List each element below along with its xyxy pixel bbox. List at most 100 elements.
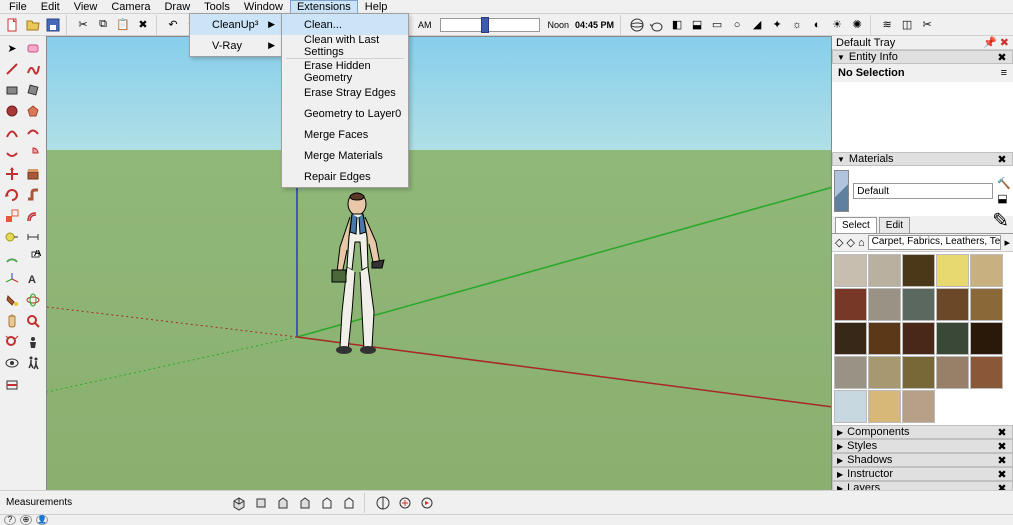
material-thumbnail[interactable]	[868, 322, 901, 355]
submenu-item[interactable]: Merge Materials	[282, 145, 408, 166]
menu-window[interactable]: Window	[237, 0, 290, 14]
text-tool-icon[interactable]: A1	[23, 248, 43, 268]
fur-icon[interactable]: ≋	[878, 16, 896, 34]
material-thumbnail[interactable]	[834, 390, 867, 423]
2pt-arc-icon[interactable]	[23, 122, 43, 142]
zoom-tool-icon[interactable]	[23, 311, 43, 331]
material-thumbnail[interactable]	[902, 322, 935, 355]
entity-info-header[interactable]: ▼Entity Info✖	[832, 50, 1013, 64]
material-thumbnail[interactable]	[834, 322, 867, 355]
time-slider[interactable]	[440, 18, 540, 32]
tray-close-icon[interactable]: ✖	[1000, 37, 1009, 49]
material-thumbnail[interactable]	[970, 322, 1003, 355]
sample-paint-icon[interactable]: ✎	[992, 208, 1009, 233]
look-around-icon[interactable]	[2, 353, 22, 373]
new-file-icon[interactable]	[4, 16, 22, 34]
omni-light-icon[interactable]: ☼	[788, 16, 806, 34]
rectangle-tool-icon[interactable]	[2, 80, 22, 100]
zoom-extents-icon[interactable]	[2, 332, 22, 352]
dome-light-icon[interactable]: ⬓	[688, 16, 706, 34]
material-thumbnail[interactable]	[902, 254, 935, 287]
tape-tool-icon[interactable]	[2, 227, 22, 247]
material-thumbnail[interactable]	[868, 356, 901, 389]
material-category-dropdown[interactable]: Carpet, Fabrics, Leathers, Textiles	[868, 235, 1002, 250]
create-material-icon[interactable]: 🔨	[997, 177, 1011, 190]
forward-icon[interactable]: ◇	[846, 236, 854, 249]
material-thumbnail[interactable]	[936, 356, 969, 389]
rotated-rect-icon[interactable]	[23, 80, 43, 100]
tab-select[interactable]: Select	[835, 217, 877, 233]
orbit-tool-icon[interactable]	[23, 290, 43, 310]
freehand-tool-icon[interactable]	[23, 59, 43, 79]
displacement-icon[interactable]: ◫	[898, 16, 916, 34]
offset-tool-icon[interactable]	[23, 206, 43, 226]
material-thumbnail[interactable]	[936, 254, 969, 287]
pan-tool-icon[interactable]	[2, 311, 22, 331]
material-thumbnail[interactable]	[902, 390, 935, 423]
material-name-input[interactable]	[853, 183, 993, 199]
circle-tool-icon[interactable]	[2, 101, 22, 121]
submenu-item[interactable]: Erase Stray Edges	[282, 82, 408, 103]
panel-header-components[interactable]: ▶Components✖	[832, 425, 1013, 439]
add-scene-icon[interactable]	[396, 494, 414, 512]
back-view-icon[interactable]	[318, 494, 336, 512]
paste-icon[interactable]: 📋	[114, 16, 132, 34]
menu-view[interactable]: View	[67, 0, 105, 14]
protractor-tool-icon[interactable]	[2, 248, 22, 268]
rect-light-icon[interactable]: ▭	[708, 16, 726, 34]
paint-tool-icon[interactable]	[2, 290, 22, 310]
sphere-light-icon[interactable]: ○	[728, 16, 746, 34]
line-tool-icon[interactable]	[2, 59, 22, 79]
pushpull-tool-icon[interactable]	[23, 164, 43, 184]
panel-close-icon[interactable]: ✖	[996, 51, 1008, 63]
pie-tool-icon[interactable]	[23, 143, 43, 163]
menu-edit[interactable]: Edit	[34, 0, 67, 14]
front-view-icon[interactable]	[274, 494, 292, 512]
tray-pin-icon[interactable]: 📌	[983, 37, 997, 49]
material-thumbnail[interactable]	[834, 288, 867, 321]
sun-icon[interactable]: ☀	[828, 16, 846, 34]
save-icon[interactable]	[44, 16, 62, 34]
materials-header[interactable]: ▼Materials✖	[832, 152, 1013, 166]
3pt-arc-icon[interactable]	[2, 143, 22, 163]
sphere-icon[interactable]	[628, 16, 646, 34]
material-thumbnail[interactable]	[936, 288, 969, 321]
material-thumbnail[interactable]	[970, 356, 1003, 389]
menu-help[interactable]: Help	[358, 0, 395, 14]
submenu-item[interactable]: Erase Hidden Geometry	[282, 61, 408, 82]
section-tool-icon[interactable]	[2, 374, 22, 394]
open-file-icon[interactable]	[24, 16, 42, 34]
menu-tools[interactable]: Tools	[197, 0, 237, 14]
material-thumbnail[interactable]	[970, 288, 1003, 321]
menu-extensions[interactable]: Extensions	[290, 0, 358, 14]
undo-icon[interactable]: ↶	[164, 16, 182, 34]
3dtext-tool-icon[interactable]: A	[23, 269, 43, 289]
interact-icon[interactable]	[374, 494, 392, 512]
material-thumbnail[interactable]	[868, 390, 901, 423]
scale-tool-icon[interactable]	[2, 206, 22, 226]
spot-light-icon[interactable]: ◢	[748, 16, 766, 34]
geolocation-icon[interactable]: ⊕	[20, 515, 32, 525]
credits-icon[interactable]: 👤	[36, 515, 48, 525]
polygon-tool-icon[interactable]	[23, 101, 43, 121]
panel-header-shadows[interactable]: ▶Shadows✖	[832, 453, 1013, 467]
copy-icon[interactable]: ⧉	[94, 16, 112, 34]
settings-sun-icon[interactable]: ✺	[848, 16, 866, 34]
material-thumbnail[interactable]	[868, 288, 901, 321]
material-thumbnail[interactable]	[834, 356, 867, 389]
mesh-light-icon[interactable]: ◐	[808, 16, 826, 34]
left-view-icon[interactable]	[340, 494, 358, 512]
rotate-tool-icon[interactable]	[2, 185, 22, 205]
axes-tool-icon[interactable]	[2, 269, 22, 289]
position-camera-icon[interactable]	[23, 332, 43, 352]
menu-camera[interactable]: Camera	[104, 0, 157, 14]
iso-view-icon[interactable]	[230, 494, 248, 512]
material-thumbnail[interactable]	[834, 254, 867, 287]
followme-tool-icon[interactable]	[23, 185, 43, 205]
cut-icon[interactable]: ✂	[74, 16, 92, 34]
submenu-item[interactable]: CleanUp³▶	[190, 14, 281, 35]
panel-close-icon[interactable]: ✖	[996, 153, 1008, 165]
submenu-item[interactable]: Repair Edges	[282, 166, 408, 187]
details-icon[interactable]: ≡	[1001, 67, 1007, 79]
submenu-item[interactable]: Clean with Last Settings	[282, 35, 408, 56]
